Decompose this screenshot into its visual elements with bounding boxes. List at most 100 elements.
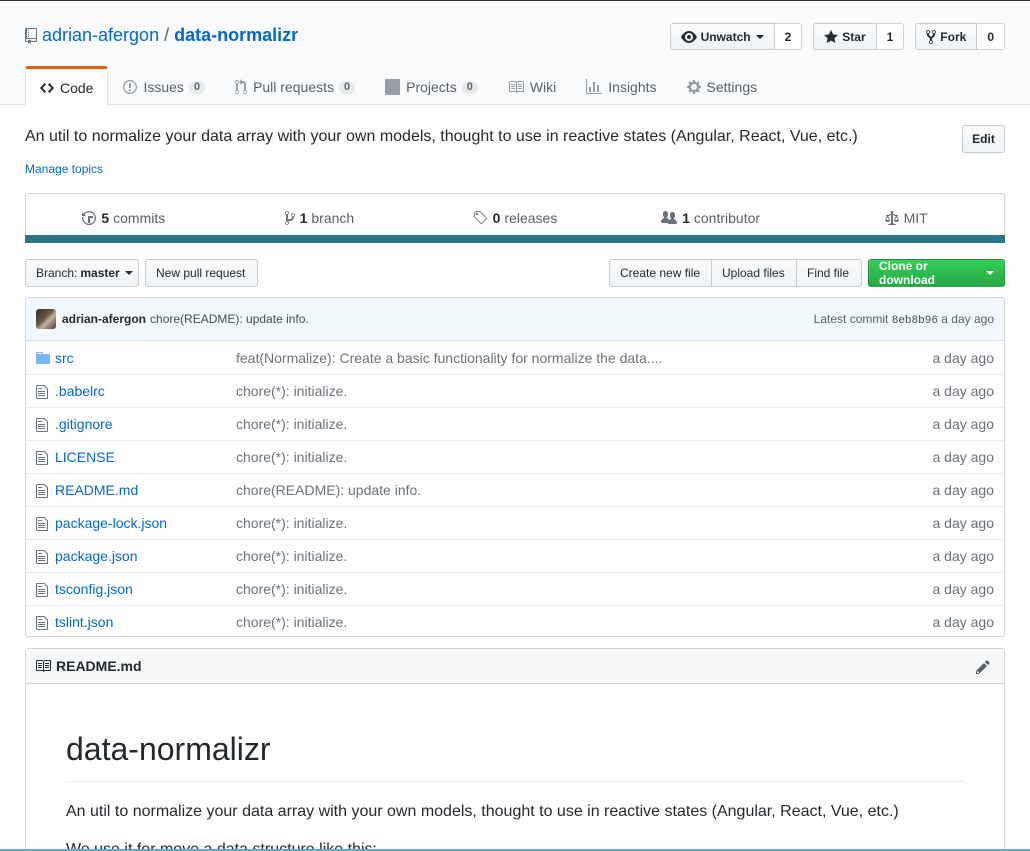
latest-commit-prefix: Latest commit	[813, 311, 889, 326]
file-name-link[interactable]: tslint.json	[55, 614, 113, 630]
projects-counter: 0	[461, 80, 478, 94]
star-count[interactable]: 1	[876, 23, 905, 50]
file-icon	[36, 516, 52, 532]
file-commit-message-link[interactable]: chore(*): initialize.	[236, 515, 347, 531]
chevron-down-icon	[986, 271, 994, 275]
graph-icon	[586, 79, 603, 94]
contributors-count: 1	[682, 210, 690, 226]
pull-requests-counter: 0	[339, 80, 356, 94]
tab-settings[interactable]: Settings	[672, 66, 773, 106]
find-file-button[interactable]: Find file	[796, 259, 862, 287]
tab-insights[interactable]: Insights	[571, 66, 671, 106]
issue-opened-icon	[123, 80, 138, 94]
watch-group: Unwatch 2	[669, 23, 803, 50]
commit-author-link[interactable]: adrian-afergon	[62, 312, 146, 326]
readme-paragraph: An util to normalize your data array wit…	[66, 803, 899, 820]
license-label: MIT	[903, 210, 928, 226]
eye-icon	[680, 30, 697, 43]
file-name-link[interactable]: LICENSE	[55, 449, 115, 465]
avatar[interactable]	[36, 309, 56, 329]
pagehead-actions: Unwatch 2 Star 1 Fork 0	[659, 23, 1005, 50]
file-commit-message-link[interactable]: chore(*): initialize.	[236, 614, 347, 630]
repo-header: adrian-afergon / data-normalizr Unwatch …	[0, 1, 1030, 107]
file-name-link[interactable]: README.md	[55, 482, 138, 498]
commit-message-link[interactable]: chore(README): update info.	[150, 312, 309, 326]
file-name-link[interactable]: .babelrc	[55, 383, 105, 399]
file-icon	[36, 549, 52, 565]
tag-icon	[473, 211, 487, 225]
tab-issues[interactable]: Issues 0	[108, 66, 220, 106]
file-icon	[36, 417, 52, 433]
table-row: tslint.json chore(*): initialize. a day ag…	[26, 605, 1004, 636]
file-age: a day ago	[932, 581, 995, 597]
gear-icon	[686, 80, 701, 94]
readme-header: README.md	[26, 649, 1004, 684]
upload-files-button[interactable]: Upload files	[711, 259, 797, 287]
clone-or-download-button[interactable]: Clone or download	[868, 259, 1005, 287]
law-icon	[884, 211, 899, 225]
contributors-label: contributor	[693, 210, 761, 226]
tab-label: Projects	[406, 79, 457, 95]
file-icon	[36, 615, 52, 631]
branch-select-button[interactable]: Branch: master	[25, 259, 139, 287]
repo-owner-link[interactable]: adrian-afergon	[42, 25, 159, 46]
repo-name-link[interactable]: data-normalizr	[174, 25, 298, 46]
star-button[interactable]: Star	[813, 23, 877, 50]
file-name-link[interactable]: tsconfig.json	[55, 581, 133, 597]
tab-label: Settings	[706, 79, 758, 95]
file-commit-message-link[interactable]: chore(*): initialize.	[236, 548, 347, 564]
file-commit-message-link[interactable]: chore(*): initialize.	[236, 581, 347, 597]
tab-label: Code	[60, 79, 94, 96]
file-age: a day ago	[932, 416, 995, 432]
code-icon	[40, 82, 54, 93]
file-name-link[interactable]: src	[55, 350, 74, 366]
repo-description: An util to normalize your data array wit…	[25, 128, 858, 145]
file-name-link[interactable]: .gitignore	[55, 416, 113, 432]
table-row: package-lock.json chore(*): initialize. a …	[26, 506, 1004, 539]
file-commit-message-link[interactable]: feat(Normalize): Create a basic function…	[236, 350, 662, 366]
tab-wiki[interactable]: Wiki	[493, 66, 571, 106]
file-icon	[36, 384, 52, 400]
releases-count: 0	[492, 210, 501, 226]
file-commit-message-link[interactable]: chore(*): initialize.	[236, 416, 347, 432]
fork-count[interactable]: 0	[977, 23, 1005, 50]
star-icon	[824, 29, 839, 43]
commit-sha-link[interactable]: 8eb8b96	[892, 315, 938, 327]
language-bar[interactable]	[25, 235, 1005, 243]
table-row: .babelrc chore(*): initialize. a day ago	[26, 374, 1004, 407]
unwatch-label: Unwatch	[700, 29, 751, 44]
pencil-icon[interactable]	[976, 659, 995, 678]
readme-body: data-normalizr An util to normalize your…	[26, 684, 1004, 851]
unwatch-button[interactable]: Unwatch	[669, 23, 775, 50]
star-group: Star 1	[813, 23, 905, 50]
file-age: a day ago	[932, 548, 995, 564]
fork-group: Fork 0	[915, 23, 1005, 50]
file-age: a day ago	[932, 515, 995, 531]
file-name-link[interactable]: package.json	[55, 548, 138, 564]
file-commit-message-link[interactable]: chore(README): update info.	[236, 482, 421, 498]
repo-path-separator: /	[164, 25, 170, 45]
file-icon	[36, 450, 52, 466]
tab-code[interactable]: Code	[25, 66, 109, 107]
chevron-down-icon	[755, 34, 764, 39]
manage-topics-link[interactable]: Manage topics	[25, 162, 103, 176]
new-pull-request-button[interactable]: New pull request	[145, 259, 258, 287]
tab-label: Issues	[143, 79, 184, 95]
tab-projects[interactable]: Projects 0	[370, 66, 493, 106]
latest-commit-bar: adrian-afergon chore(README): update inf…	[26, 298, 1004, 341]
edit-description-button[interactable]: Edit	[962, 125, 1005, 153]
table-row: LICENSE chore(*): initialize. a day ago	[26, 440, 1004, 473]
table-row: src feat(Normalize): Create a basic funct…	[26, 341, 1004, 374]
branch-count: 1	[299, 210, 308, 226]
readme-filename: README.md	[56, 658, 142, 674]
file-commit-message-link[interactable]: chore(*): initialize.	[236, 383, 347, 399]
file-name-link[interactable]: package-lock.json	[55, 515, 167, 531]
issues-counter: 0	[188, 80, 206, 94]
repo-nav: Code Issues 0 Pull requests 0 Projects 0…	[25, 66, 773, 107]
create-new-file-button[interactable]: Create new file	[609, 259, 712, 287]
file-commit-message-link[interactable]: chore(*): initialize.	[236, 449, 347, 465]
folder-icon	[36, 350, 52, 366]
fork-button[interactable]: Fork	[915, 23, 978, 50]
watch-count[interactable]: 2	[774, 23, 803, 50]
tab-pull-requests[interactable]: Pull requests 0	[220, 66, 370, 106]
